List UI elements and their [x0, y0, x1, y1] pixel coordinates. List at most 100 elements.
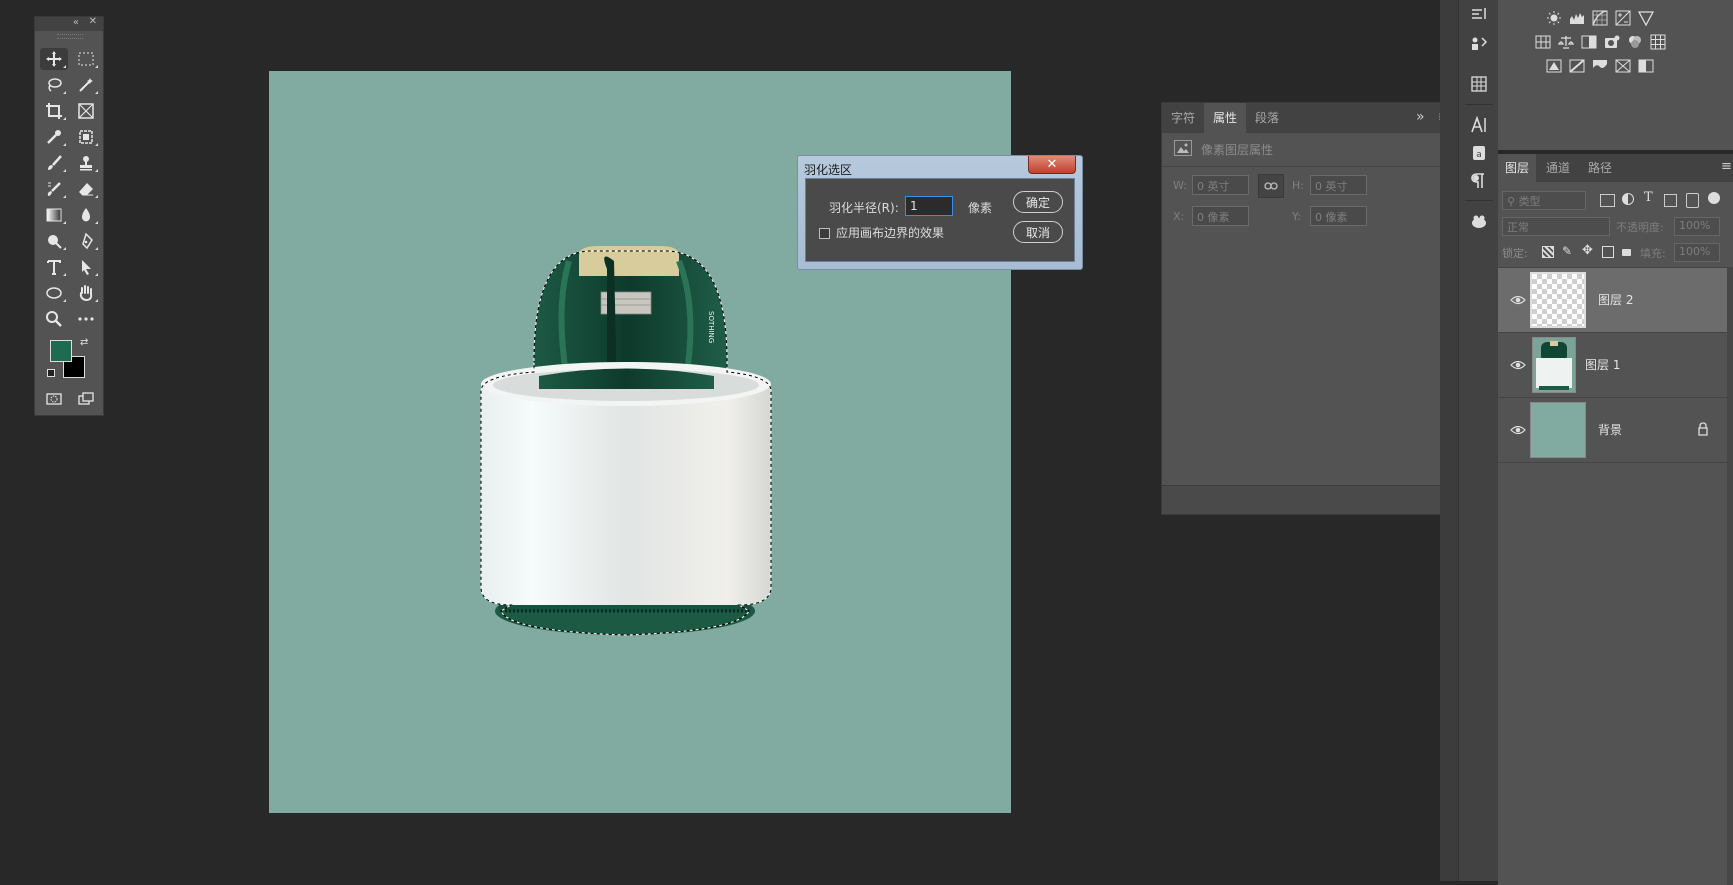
photo-filter-icon[interactable]	[1601, 32, 1623, 52]
gradient-tool-icon[interactable]	[40, 204, 68, 226]
visibility-eye-icon[interactable]	[1510, 422, 1526, 438]
grid-icon[interactable]	[1459, 70, 1499, 98]
stamp-tool-icon[interactable]	[72, 152, 100, 174]
quick-mask-icon[interactable]	[40, 388, 68, 410]
blur-tool-icon[interactable]	[72, 204, 100, 226]
move-tool-icon[interactable]	[40, 48, 68, 70]
collapse-icon[interactable]: «	[73, 17, 79, 28]
pen-tool-icon[interactable]	[72, 230, 100, 252]
path-selection-tool-icon[interactable]	[72, 256, 100, 278]
ok-button[interactable]: 确定	[1013, 191, 1063, 213]
lasso-tool-icon[interactable]	[40, 74, 68, 96]
tab-properties[interactable]: 属性	[1204, 103, 1246, 133]
tools-panel: « ✕ ⇄	[34, 16, 104, 416]
layer-filter-select[interactable]: ⚲ 类型	[1502, 191, 1586, 210]
filter-smart-object-icon[interactable]	[1686, 193, 1699, 208]
close-icon[interactable]: ✕	[89, 16, 97, 27]
height-field[interactable]: 0 英寸	[1310, 175, 1367, 195]
default-colors-icon[interactable]	[47, 369, 55, 377]
crop-tool-icon[interactable]	[40, 100, 68, 122]
tab-channels[interactable]: 通道	[1538, 154, 1578, 182]
tools-panel-header[interactable]: « ✕	[35, 16, 103, 31]
paragraph-icon[interactable]	[1459, 167, 1499, 195]
lock-all-icon[interactable]	[1622, 249, 1631, 256]
tools-panel-grip[interactable]	[57, 34, 83, 39]
fill-field[interactable]: 100%	[1674, 243, 1720, 262]
channel-mixer-icon[interactable]	[1624, 32, 1646, 52]
cancel-button[interactable]: 取消	[1013, 221, 1063, 243]
feather-radius-input[interactable]: 1	[905, 196, 953, 216]
foreground-color-swatch[interactable]	[50, 340, 72, 362]
layer-2-name[interactable]: 图层 2	[1598, 291, 1633, 308]
tab-layers[interactable]: 图层	[1498, 154, 1536, 182]
tab-character[interactable]: 字符	[1162, 103, 1204, 133]
black-white-icon[interactable]	[1578, 32, 1600, 52]
lock-image-icon[interactable]: ✎	[1562, 244, 1572, 258]
zoom-tool-icon[interactable]	[40, 308, 68, 330]
expand-panel-icon[interactable]: »	[1416, 109, 1425, 125]
apply-canvas-bounds-checkbox[interactable]	[819, 228, 830, 239]
gradient-map-icon[interactable]	[1612, 56, 1634, 76]
filter-shape-icon[interactable]	[1664, 194, 1677, 207]
fill-label: 填充:	[1640, 247, 1666, 260]
selective-color-icon[interactable]	[1635, 56, 1657, 76]
magic-wand-tool-icon[interactable]	[72, 74, 100, 96]
dialog-close-button[interactable]: ✕	[1028, 156, 1076, 174]
glyphs-icon[interactable]: a	[1459, 139, 1499, 167]
filter-pixel-icon[interactable]	[1600, 194, 1615, 207]
layer-1-name[interactable]: 图层 1	[1585, 356, 1620, 373]
screen-mode-icon[interactable]	[72, 388, 100, 410]
object-selection-tool-icon[interactable]	[72, 126, 100, 148]
filter-adjustment-icon[interactable]	[1622, 193, 1634, 205]
layer-row-layer-1[interactable]: 图层 1	[1498, 333, 1727, 398]
brush-tool-icon[interactable]	[40, 152, 68, 174]
invert-icon[interactable]	[1543, 56, 1565, 76]
vibrance-icon[interactable]	[1635, 8, 1657, 28]
ellipse-tool-icon[interactable]	[40, 282, 68, 304]
width-field[interactable]: 0 英寸	[1192, 175, 1249, 195]
3d-icon[interactable]	[1459, 207, 1499, 235]
eraser-tool-icon[interactable]	[72, 178, 100, 200]
lock-position-icon[interactable]: ✥	[1582, 243, 1593, 258]
brightness-contrast-icon[interactable]	[1543, 8, 1565, 28]
tab-paths[interactable]: 路径	[1580, 154, 1620, 182]
dodge-tool-icon[interactable]	[40, 230, 68, 252]
exposure-icon[interactable]	[1612, 8, 1634, 28]
link-dimensions-icon[interactable]	[1258, 174, 1284, 198]
feather-radius-label: 羽化半径(R):	[829, 201, 899, 215]
clone-source-icon[interactable]	[1459, 30, 1499, 58]
layers-scrollbar[interactable]	[1727, 267, 1733, 885]
curves-icon[interactable]	[1589, 8, 1611, 28]
frame-tool-icon[interactable]	[72, 100, 100, 122]
brush-settings-icon[interactable]	[1459, 0, 1499, 28]
opacity-field[interactable]: 100%	[1674, 217, 1720, 236]
type-tool-icon[interactable]	[40, 256, 68, 278]
more-tools-icon[interactable]	[72, 308, 100, 330]
hue-saturation-icon[interactable]	[1532, 32, 1554, 52]
lock-artboard-icon[interactable]	[1602, 246, 1614, 258]
blend-mode-select[interactable]: 正常	[1502, 217, 1610, 236]
filter-type-icon[interactable]: T	[1644, 190, 1653, 205]
filter-toggle-icon[interactable]	[1708, 192, 1720, 204]
character-icon[interactable]	[1459, 111, 1499, 139]
tab-paragraph[interactable]: 段落	[1246, 103, 1288, 133]
lock-transparent-icon[interactable]	[1542, 246, 1554, 258]
background-layer-name[interactable]: 背景	[1598, 421, 1622, 438]
posterize-icon[interactable]	[1566, 56, 1588, 76]
swap-colors-icon[interactable]: ⇄	[80, 337, 88, 348]
visibility-eye-icon[interactable]	[1510, 292, 1526, 308]
threshold-icon[interactable]	[1589, 56, 1611, 76]
marquee-tool-icon[interactable]	[72, 48, 100, 70]
y-field[interactable]: 0 像素	[1310, 206, 1367, 226]
hand-tool-icon[interactable]	[72, 282, 100, 304]
history-brush-tool-icon[interactable]	[40, 178, 68, 200]
color-balance-icon[interactable]	[1555, 32, 1577, 52]
layer-row-layer-2[interactable]: 图层 2	[1498, 268, 1727, 333]
layers-menu-icon[interactable]: ≡	[1721, 159, 1732, 174]
x-field[interactable]: 0 像素	[1192, 206, 1249, 226]
eyedropper-tool-icon[interactable]	[40, 126, 68, 148]
color-lookup-icon[interactable]	[1647, 32, 1669, 52]
layer-row-background[interactable]: 背景	[1498, 398, 1727, 463]
visibility-eye-icon[interactable]	[1510, 357, 1526, 373]
levels-icon[interactable]	[1566, 8, 1588, 28]
